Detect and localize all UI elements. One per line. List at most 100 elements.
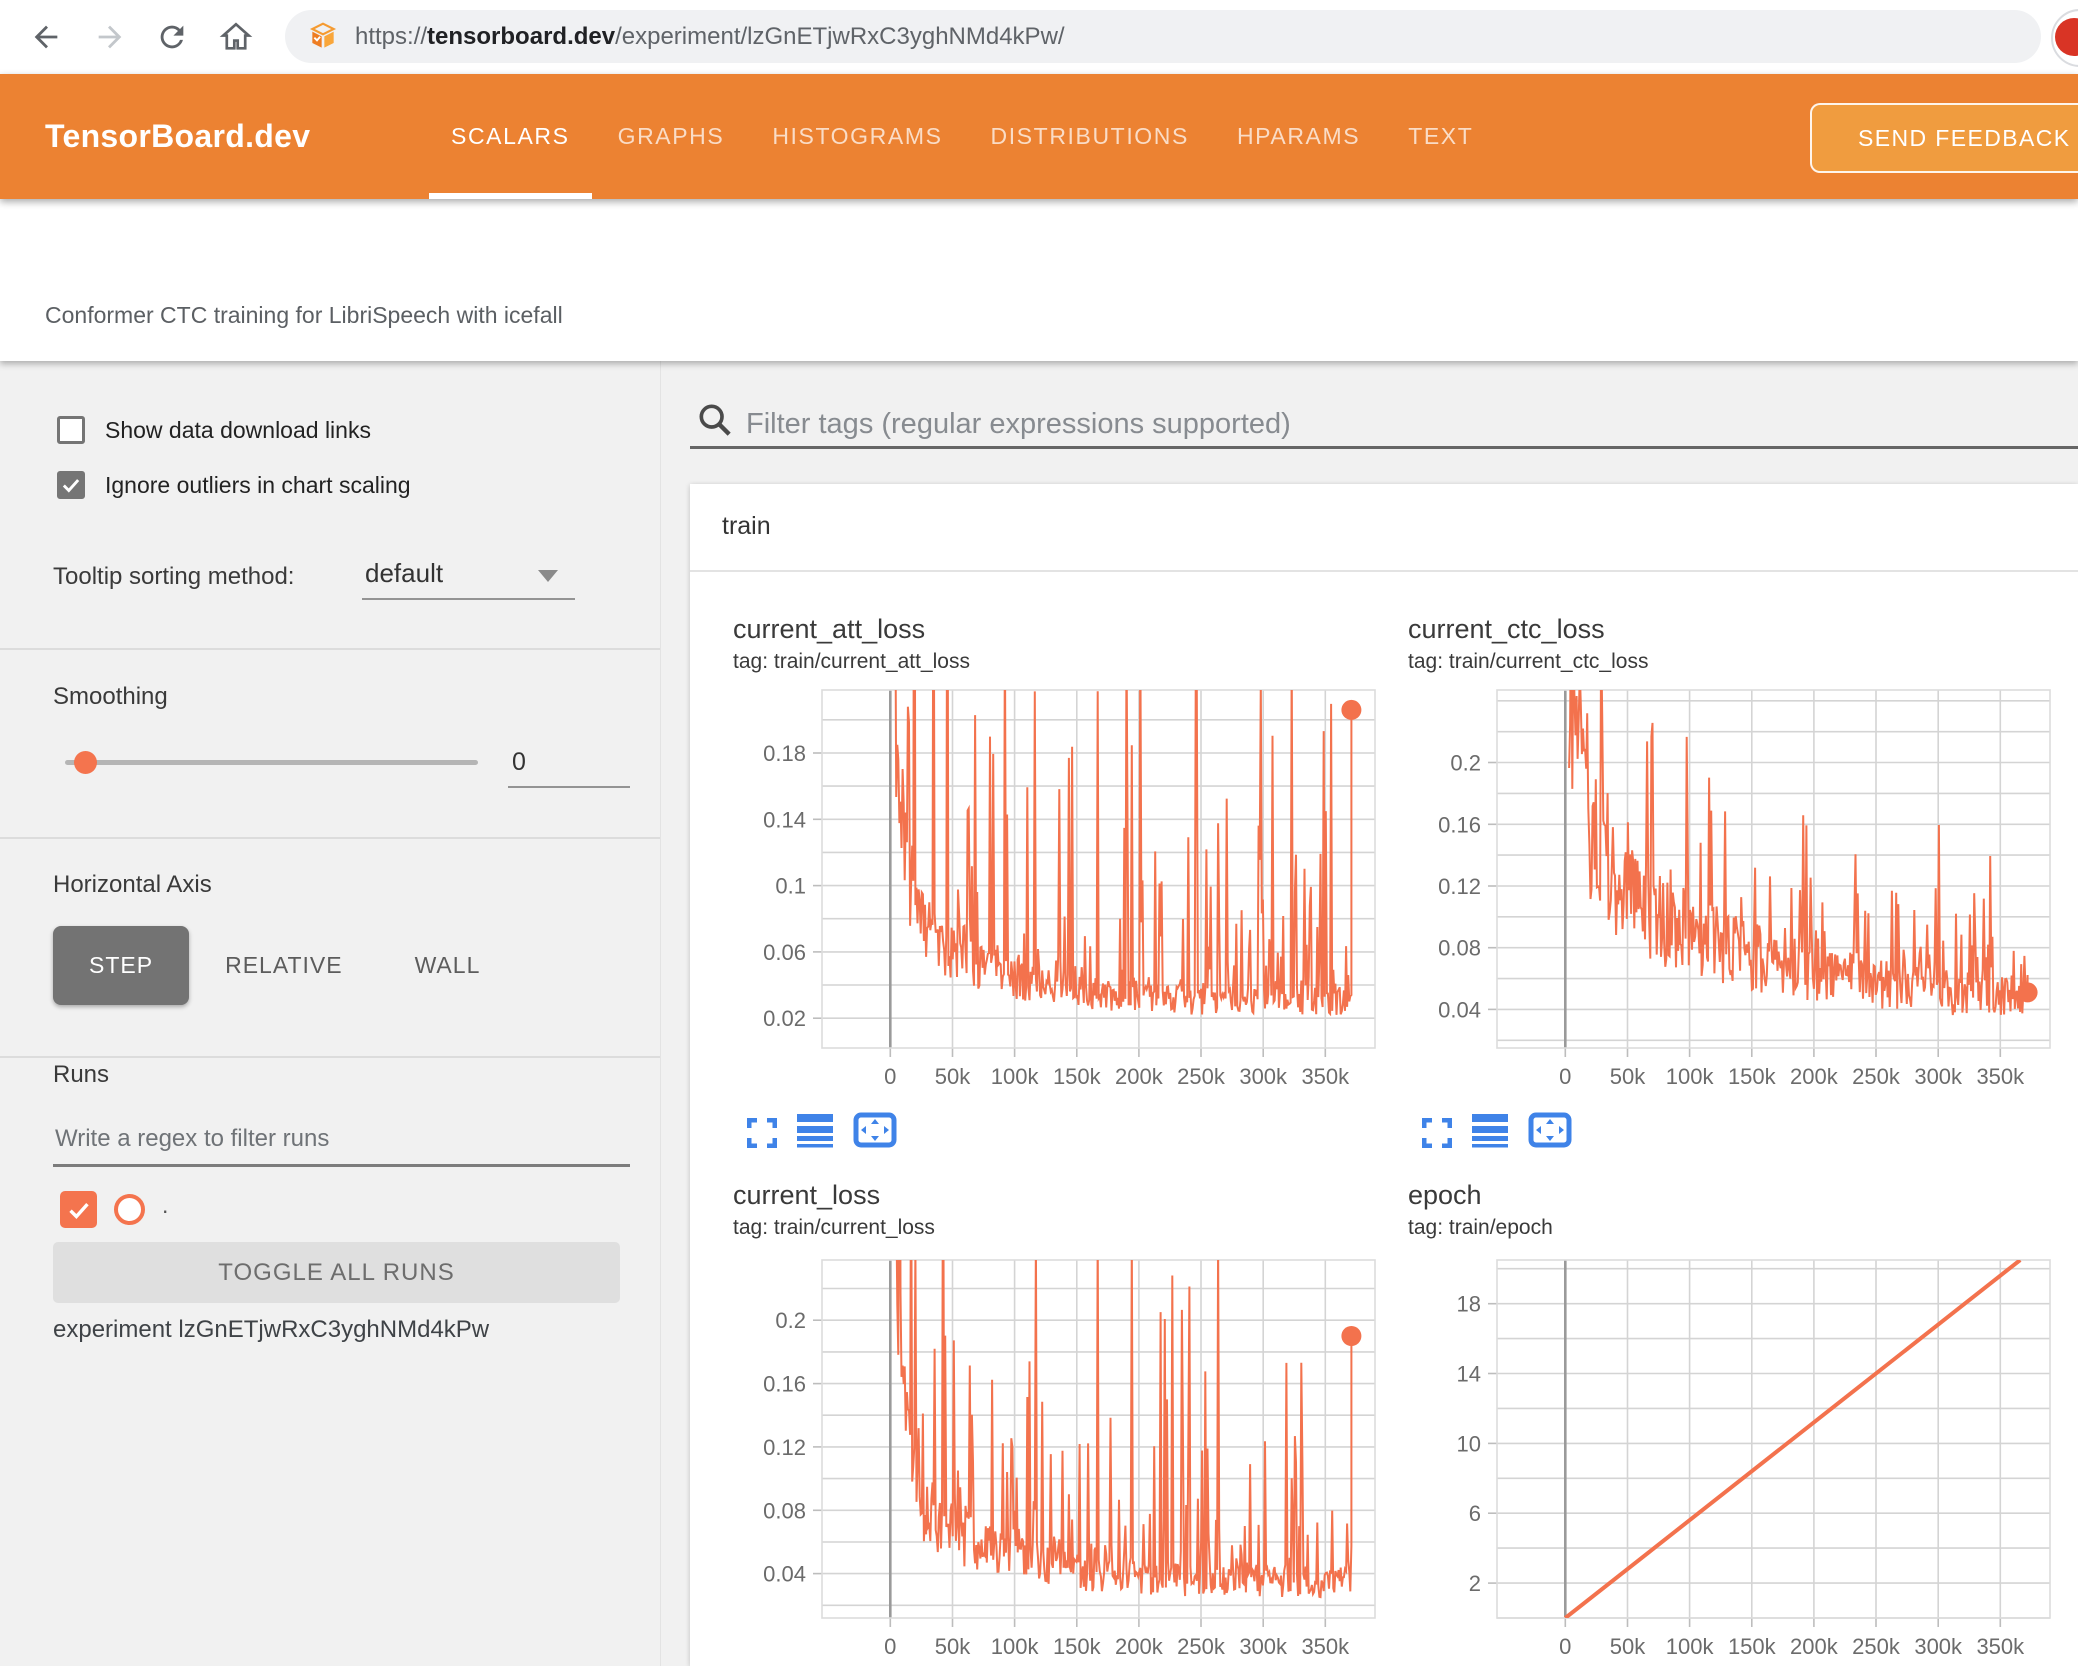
svg-text:50k: 50k <box>935 1064 971 1089</box>
tab-scalars[interactable]: SCALARS <box>429 74 592 199</box>
svg-text:0.1: 0.1 <box>775 874 806 899</box>
log-scale-icon[interactable] <box>797 1114 833 1148</box>
run-color-swatch[interactable] <box>114 1194 145 1225</box>
svg-text:0.06: 0.06 <box>763 940 806 965</box>
svg-text:350k: 350k <box>1976 1064 2025 1089</box>
runs-label: Runs <box>53 1061 110 1088</box>
svg-text:2: 2 <box>1469 1571 1481 1596</box>
reload-icon[interactable] <box>148 13 196 61</box>
svg-text:350k: 350k <box>1976 1634 2025 1659</box>
show-download-links-checkbox[interactable] <box>57 416 85 444</box>
chart-title: current_loss <box>733 1180 881 1210</box>
check-icon <box>68 1202 89 1219</box>
svg-text:10: 10 <box>1457 1431 1481 1456</box>
url-text: https://tensorboard.dev/experiment/lzGnE… <box>355 22 1065 50</box>
tag-group-title: train <box>722 512 771 540</box>
chart-toolbar <box>747 1112 897 1148</box>
smoothing-label: Smoothing <box>53 683 168 710</box>
svg-text:300k: 300k <box>1239 1064 1288 1089</box>
smoothing-value[interactable]: 0 <box>512 748 526 777</box>
svg-text:0.16: 0.16 <box>1438 812 1481 837</box>
send-feedback-button[interactable]: SEND FEEDBACK <box>1810 103 2078 173</box>
chart-plot-current_ctc_loss[interactable]: 0 50k 100k 150k 200k 250k 300k 350k 0.04 0.08 0.12… <box>1412 682 2058 1096</box>
tag-group-header[interactable] <box>690 484 2078 572</box>
svg-text:100k: 100k <box>991 1064 1040 1089</box>
tooltip-sorting-dropdown[interactable]: default <box>365 558 443 589</box>
dropdown-underline <box>362 598 575 600</box>
runs-filter-input[interactable] <box>53 1118 617 1160</box>
forward-icon[interactable] <box>86 13 134 61</box>
svg-text:50k: 50k <box>935 1634 971 1659</box>
svg-text:0: 0 <box>884 1634 896 1659</box>
svg-text:0: 0 <box>884 1064 896 1089</box>
tab-distributions[interactable]: DISTRIBUTIONS <box>969 74 1211 199</box>
chart-plot-current_loss[interactable]: 0 50k 100k 150k 200k 250k 300k 350k 0.04 0.08 0.12… <box>737 1252 1383 1666</box>
svg-text:200k: 200k <box>1115 1064 1164 1089</box>
svg-text:0.08: 0.08 <box>1438 936 1481 961</box>
filter-tags-input[interactable] <box>744 402 1948 446</box>
svg-text:200k: 200k <box>1790 1634 1839 1659</box>
nav-tabs: SCALARS GRAPHS HISTOGRAMS DISTRIBUTIONS HPAR… <box>429 74 1495 199</box>
tab-hparams[interactable]: HPARAMS <box>1215 74 1382 199</box>
app-logo: TensorBoard.dev <box>45 118 311 154</box>
svg-text:150k: 150k <box>1053 1634 1102 1659</box>
svg-text:0.12: 0.12 <box>763 1435 806 1460</box>
axis-option-step[interactable]: STEP <box>53 926 190 1005</box>
check-icon <box>62 479 80 493</box>
chart-title: current_ctc_loss <box>1408 614 1605 644</box>
chart-tag: tag: train/current_ctc_loss <box>1408 650 1649 673</box>
runs-filter-underline <box>53 1164 630 1167</box>
svg-text:14: 14 <box>1457 1362 1481 1387</box>
svg-text:0.12: 0.12 <box>1438 874 1481 899</box>
chart-title: current_att_loss <box>733 614 926 644</box>
svg-text:150k: 150k <box>1728 1634 1777 1659</box>
smoothing-slider-track[interactable] <box>65 760 478 765</box>
svg-text:200k: 200k <box>1115 1634 1164 1659</box>
ignore-outliers-label: Ignore outliers in chart scaling <box>105 472 411 498</box>
horizontal-axis-label: Horizontal Axis <box>53 871 212 898</box>
tensorboard-favicon-icon <box>307 21 339 53</box>
smoothing-slider-thumb[interactable] <box>74 751 97 774</box>
expand-chart-icon[interactable] <box>747 1118 777 1148</box>
filter-tags-underline <box>690 446 2078 449</box>
svg-text:0.2: 0.2 <box>775 1308 806 1333</box>
svg-text:350k: 350k <box>1301 1634 1350 1659</box>
svg-text:0.2: 0.2 <box>1450 751 1481 776</box>
experiment-title-bar: Conformer CTC training for LibriSpeech w… <box>0 199 2078 361</box>
app-header: TensorBoard.dev SCALARS GRAPHS HISTOGRAMS D… <box>0 74 2078 199</box>
search-icon <box>695 400 735 445</box>
svg-text:0.18: 0.18 <box>763 741 806 766</box>
svg-text:250k: 250k <box>1852 1634 1901 1659</box>
svg-text:150k: 150k <box>1728 1064 1777 1089</box>
svg-text:150k: 150k <box>1053 1064 1102 1089</box>
chart-plot-current_att_loss[interactable]: 0 50k 100k 150k 200k 250k 300k 350k 0.02 0.06 0.1 0… <box>737 682 1383 1096</box>
smoothing-value-underline <box>508 786 630 788</box>
tooltip-sorting-label: Tooltip sorting method: <box>53 563 295 590</box>
fit-data-icon[interactable] <box>1528 1112 1572 1148</box>
svg-text:0: 0 <box>1559 1634 1571 1659</box>
svg-text:250k: 250k <box>1852 1064 1901 1089</box>
home-icon[interactable] <box>212 13 260 61</box>
svg-text:50k: 50k <box>1610 1634 1646 1659</box>
axis-option-wall[interactable]: WALL <box>379 926 517 1005</box>
toggle-all-runs-button[interactable]: TOGGLE ALL RUNS <box>53 1242 620 1303</box>
chart-plot-epoch[interactable]: 0 50k 100k 150k 200k 250k 300k 350k 2 6 10 14 18 <box>1412 1252 2058 1666</box>
url-bar[interactable]: https://tensorboard.dev/experiment/lzGnE… <box>285 10 2041 63</box>
browser-chrome: https://tensorboard.dev/experiment/lzGnE… <box>0 0 2078 76</box>
chevron-down-icon[interactable] <box>538 570 558 582</box>
svg-text:300k: 300k <box>1914 1064 1963 1089</box>
axis-option-relative[interactable]: RELATIVE <box>189 926 379 1005</box>
chart-tag: tag: train/current_att_loss <box>733 650 970 673</box>
tab-histograms[interactable]: HISTOGRAMS <box>750 74 964 199</box>
divider <box>0 837 660 839</box>
tab-text[interactable]: TEXT <box>1386 74 1495 199</box>
run-name: . <box>162 1192 169 1218</box>
back-icon[interactable] <box>22 13 70 61</box>
fit-data-icon[interactable] <box>853 1112 897 1148</box>
chart-tag: tag: train/current_loss <box>733 1216 935 1239</box>
run-checkbox[interactable] <box>60 1191 97 1228</box>
tab-graphs[interactable]: GRAPHS <box>596 74 747 199</box>
expand-chart-icon[interactable] <box>1422 1118 1452 1148</box>
ignore-outliers-checkbox[interactable] <box>57 471 85 499</box>
log-scale-icon[interactable] <box>1472 1114 1508 1148</box>
